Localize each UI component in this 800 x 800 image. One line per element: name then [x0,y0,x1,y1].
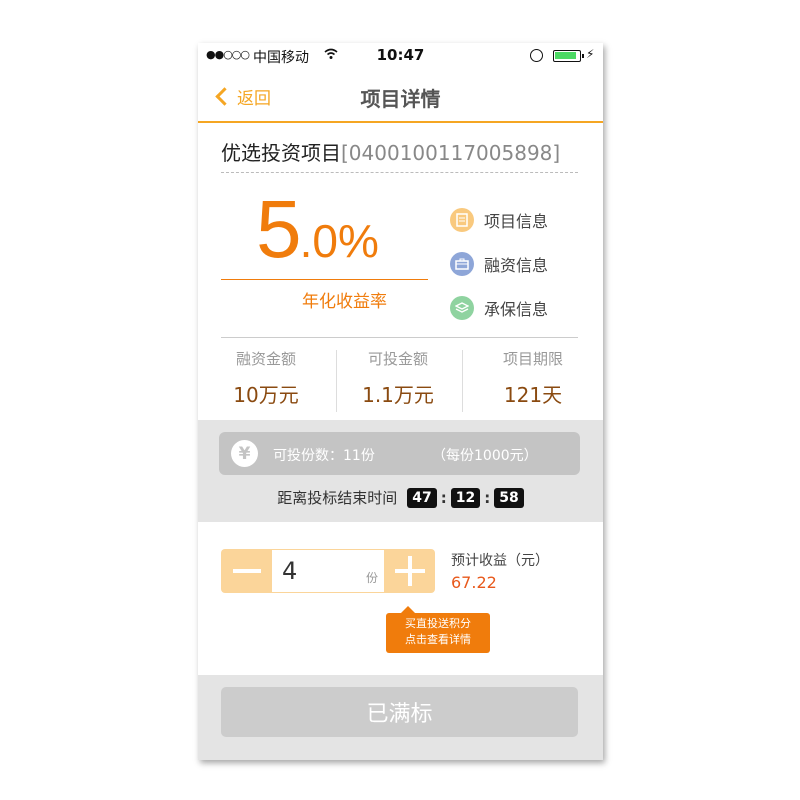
info-link-label: 融资信息 [484,256,549,275]
info-link-label: 承保信息 [484,300,549,319]
layers-icon [450,296,474,320]
shares-section: ¥ 可投份数：11份 （每份1000元） 距离投标结束时间 47 : 12 : … [198,420,603,522]
decrease-button[interactable] [221,549,271,593]
stat-value: 10万元 [233,383,299,407]
project-stats: 融资金额 10万元 可投金额 1.1万元 项目期限 121天 [198,348,603,413]
estimated-return-label: 预计收益（元） [451,553,549,569]
countdown-colon: : [484,488,491,507]
status-bar: ●●○○○ 中国移动 10:47 ⚡ [198,43,603,69]
yen-icon: ¥ [231,440,258,467]
stat-term: 项目期限 121天 [473,348,593,408]
countdown-label: 距离投标结束时间 [277,489,398,507]
stat-separator [336,350,337,412]
increase-button[interactable] [385,549,435,593]
project-info-link[interactable]: 项目信息 [450,198,548,242]
battery-icon [553,50,584,62]
stat-label: 项目期限 [502,350,563,368]
page-title: 项目详情 [360,87,441,111]
countdown-hours: 47 [407,487,437,508]
project-code: [0400100117005898] [341,141,561,165]
tooltip-line: 点击查看详情 [405,633,471,646]
project-name: 优选投资项目 [221,141,341,165]
stat-label: 可投金额 [367,350,428,368]
stat-value: 1.1万元 [362,383,434,407]
project-title: 优选投资项目[0400100117005898] [221,137,560,166]
rate-label: 年化收益率 [302,292,387,312]
rate-underline [221,279,428,280]
estimated-return-value: 67.22 [451,573,497,592]
shares-bar: ¥ 可投份数：11份 （每份1000元） [219,432,580,475]
stat-financing-amount: 融资金额 10万元 [206,348,326,408]
charging-icon: ⚡ [586,47,595,61]
stat-available-amount: 可投金额 1.1万元 [338,348,458,408]
rotation-lock-icon [530,49,543,62]
per-share-price: （每份1000元） [432,448,538,464]
annual-rate: 5.0% [256,183,379,277]
document-icon [450,208,474,232]
minus-icon [233,569,261,573]
info-links: 项目信息 融资信息 承保信息 [450,198,548,330]
rate-integer: 5 [256,184,302,275]
insurance-info-link[interactable]: 承保信息 [450,286,548,330]
briefcase-icon [450,252,474,276]
countdown-colon: : [440,488,447,507]
info-link-label: 项目信息 [484,212,549,231]
rate-decimal: .0% [299,215,379,267]
quantity-stepper [221,549,435,593]
countdown: 距离投标结束时间 47 : 12 : 58 [198,487,603,508]
phone-screen: ●●○○○ 中国移动 10:47 ⚡ 返回 项目详情 优选投资项目[040010… [198,43,603,760]
stat-separator [462,350,463,412]
bottom-bar: 已满标 [198,675,603,760]
available-shares: 可投份数：11份 [273,448,375,464]
nav-bar: 返回 项目详情 [198,69,603,123]
points-promo-tooltip[interactable]: 买直投送积分 点击查看详情 [386,606,490,653]
divider [221,337,578,338]
divider [221,172,578,173]
fully-subscribed-button[interactable]: 已满标 [221,687,578,737]
tooltip-line: 买直投送积分 [405,617,471,630]
stat-label: 融资金额 [235,350,296,368]
stat-value: 121天 [503,383,563,407]
countdown-seconds: 58 [494,487,524,508]
financing-info-link[interactable]: 融资信息 [450,242,548,286]
quantity-unit: 份 [366,571,379,585]
countdown-minutes: 12 [450,487,481,508]
